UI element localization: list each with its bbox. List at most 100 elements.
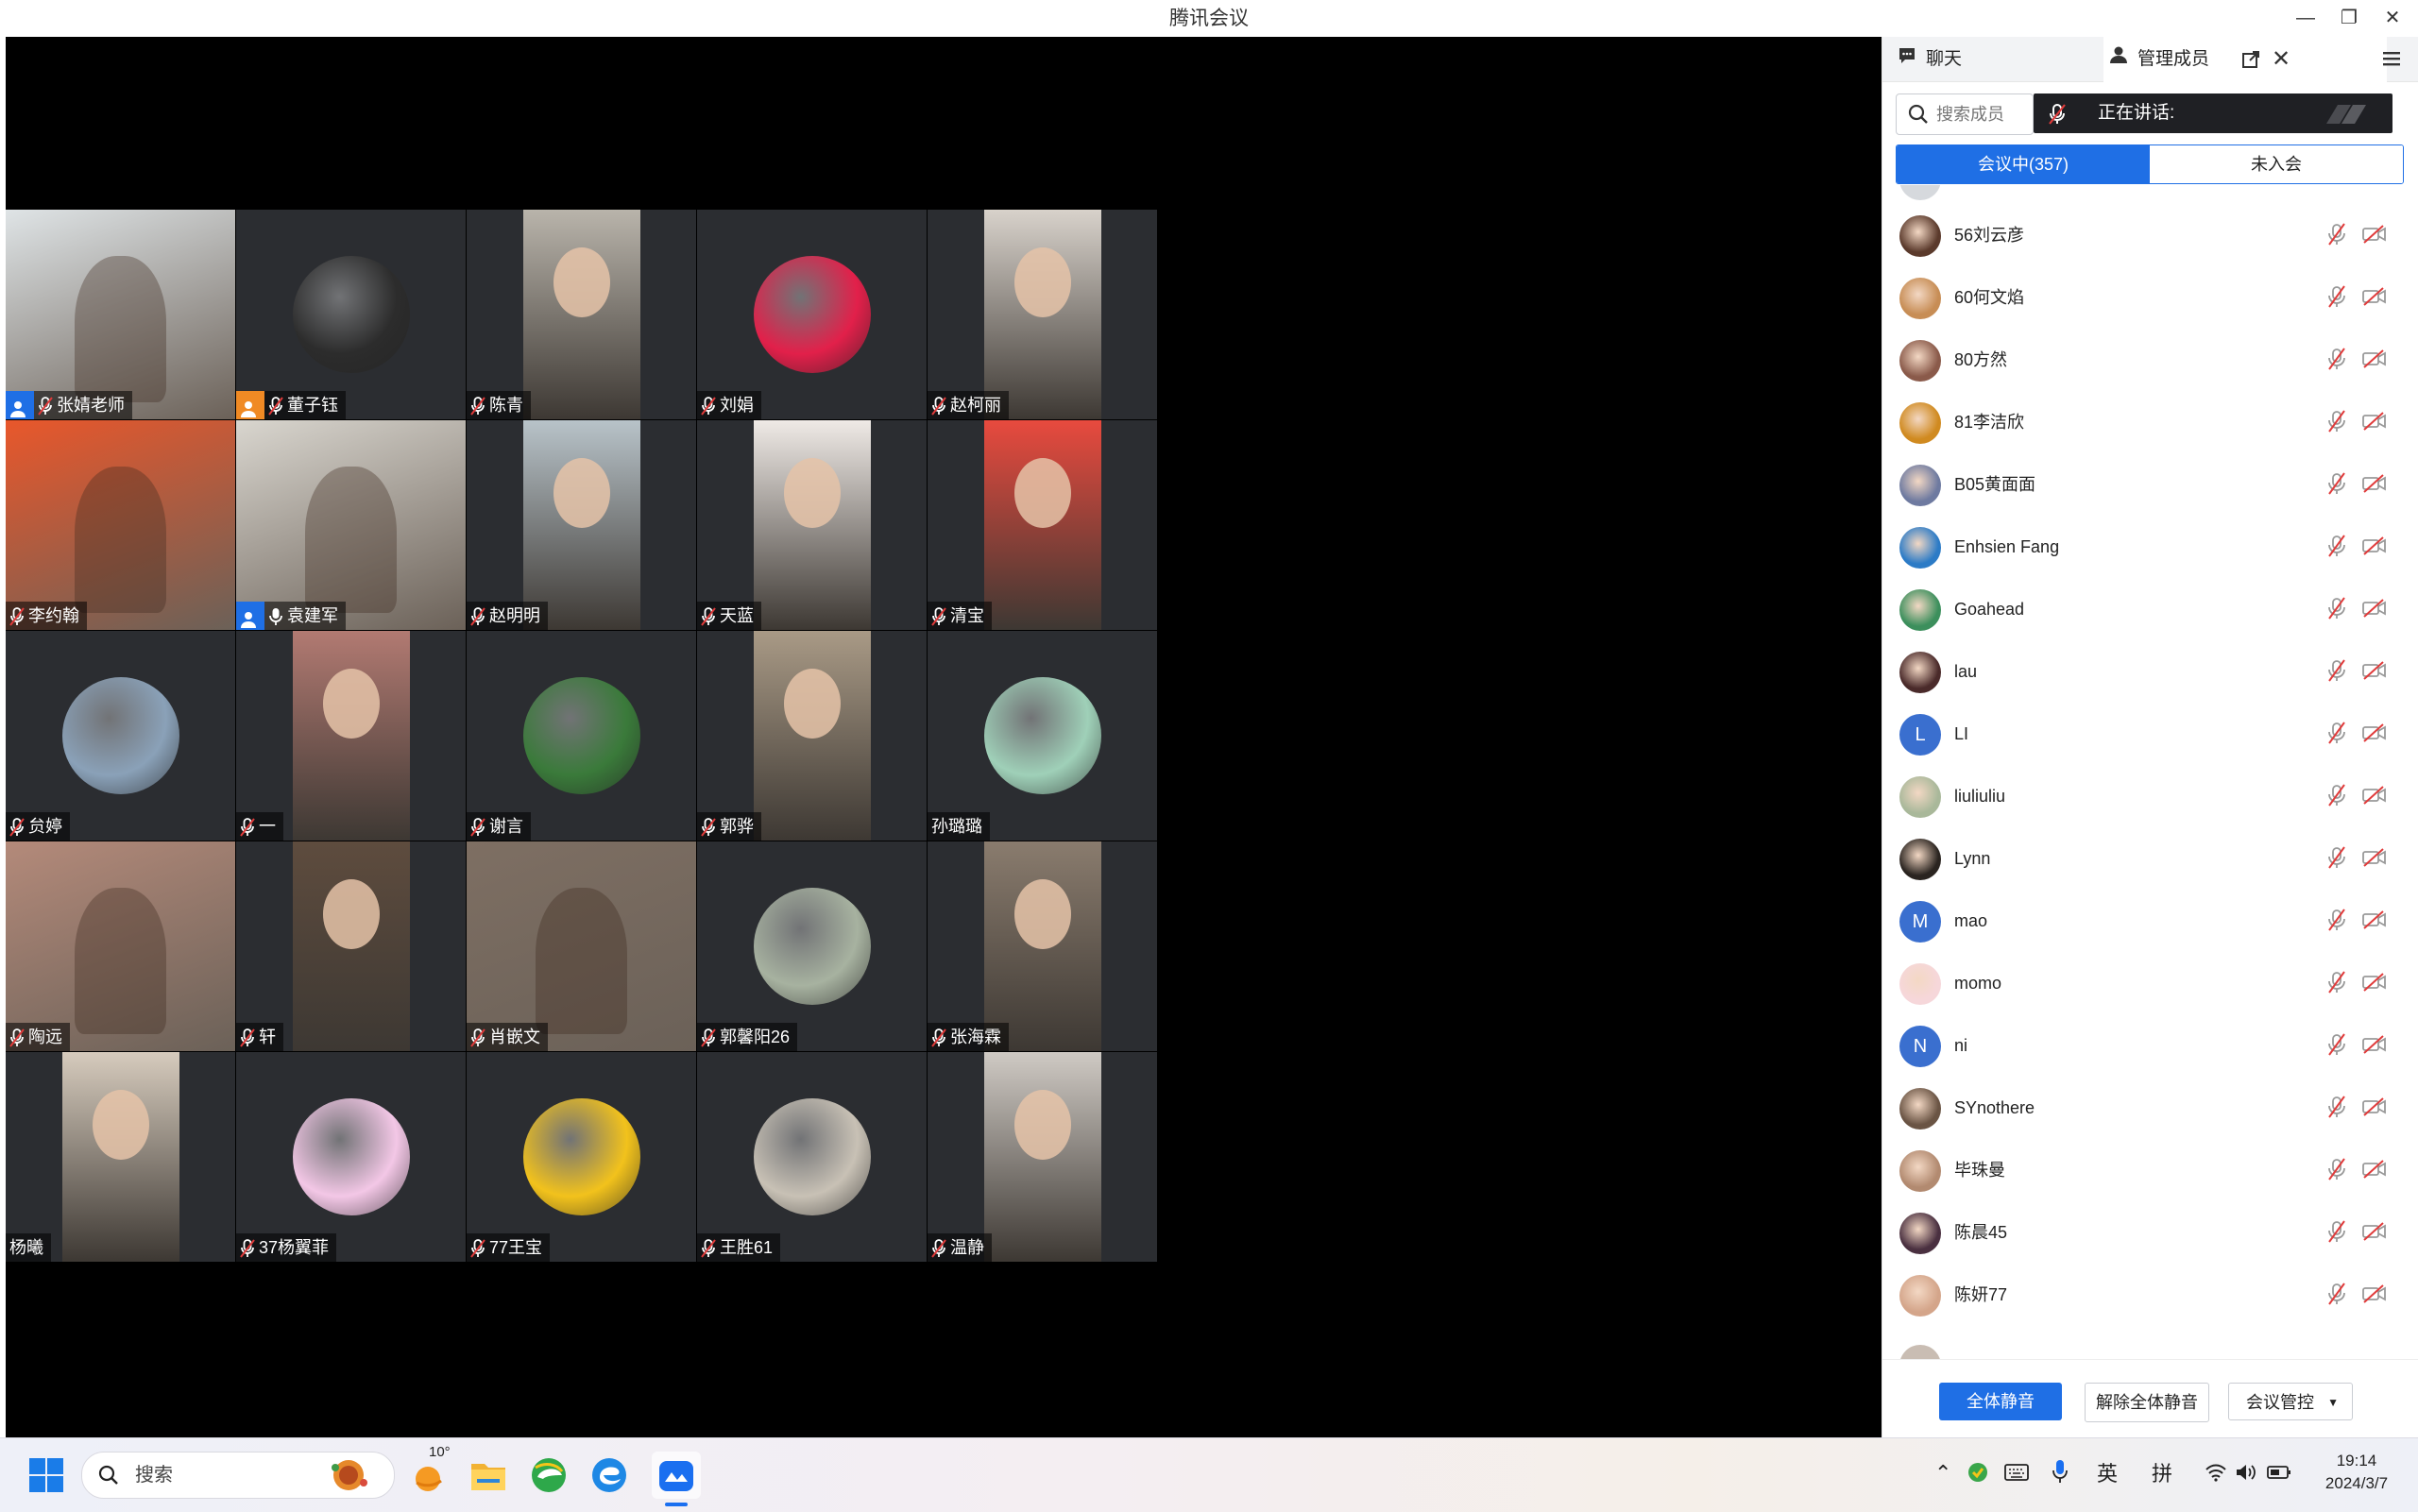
mic-muted-icon[interactable] (2326, 535, 2347, 562)
mic-muted-icon[interactable] (2326, 846, 2347, 874)
video-tile[interactable]: 一 (236, 631, 466, 841)
mic-muted-icon[interactable] (2326, 1158, 2347, 1185)
taskbar-search[interactable]: 搜索 (81, 1452, 395, 1499)
camera-off-icon[interactable] (2362, 848, 2387, 872)
member-row[interactable]: Nni (1882, 1012, 2418, 1075)
camera-off-icon[interactable] (2362, 412, 2387, 435)
camera-off-icon[interactable] (2362, 287, 2387, 311)
member-row[interactable]: B05黄面面 (1882, 451, 2418, 514)
video-tile[interactable]: 张海霖 (928, 841, 1157, 1051)
camera-off-icon[interactable] (2362, 661, 2387, 685)
mic-muted-icon[interactable] (2326, 472, 2347, 500)
member-row[interactable]: 60何文焰 (1882, 264, 2418, 327)
mic-muted-icon[interactable] (2326, 722, 2347, 749)
search-input[interactable] (1934, 102, 2033, 127)
mic-muted-icon[interactable] (2326, 971, 2347, 998)
mic-muted-icon[interactable] (2326, 223, 2347, 250)
video-tile[interactable]: 37杨翼菲 (236, 1052, 466, 1262)
video-tile[interactable]: 天蓝 (697, 420, 927, 630)
camera-off-icon[interactable] (2362, 349, 2387, 373)
video-tile[interactable]: 郭馨阳26 (697, 841, 927, 1051)
video-tile[interactable]: 袁建军 (236, 420, 466, 630)
ime-mode[interactable]: 拼 (2152, 1457, 2172, 1487)
member-row[interactable]: L LI (1882, 701, 2418, 763)
browser-360-icon[interactable] (525, 1452, 572, 1499)
video-tile[interactable]: 陶远 (6, 841, 235, 1051)
mute-all-button[interactable]: 全体静音 (1939, 1383, 2062, 1420)
system-clock[interactable]: 19:14 2024/3/7 (2305, 1450, 2409, 1495)
mic-muted-icon[interactable] (2326, 1033, 2347, 1061)
mic-muted-icon[interactable] (2326, 1096, 2347, 1123)
edge-browser-icon[interactable] (586, 1452, 633, 1499)
camera-off-icon[interactable] (2362, 599, 2387, 622)
video-tile[interactable]: 郭骅 (697, 631, 927, 841)
member-row[interactable]: SYnothere (1882, 1075, 2418, 1137)
wifi-icon[interactable] (2205, 1463, 2227, 1487)
member-row[interactable]: 80方然 (1882, 327, 2418, 389)
video-tile[interactable]: 孙璐璐 (928, 631, 1157, 841)
camera-off-icon[interactable] (2362, 225, 2387, 248)
member-search[interactable] (1896, 93, 2034, 135)
member-row[interactable]: 陈晨45 (1882, 1199, 2418, 1262)
mic-muted-icon[interactable] (2326, 597, 2347, 624)
minimize-button[interactable]: — (2284, 0, 2327, 37)
mic-muted-icon[interactable] (2326, 348, 2347, 375)
camera-off-icon[interactable] (2362, 973, 2387, 996)
tab-members[interactable]: 管理成员 ✕ (2103, 37, 2387, 82)
video-tile[interactable]: 刘娟 (697, 210, 927, 419)
battery-icon[interactable] (2267, 1465, 2291, 1485)
volume-icon[interactable] (2235, 1463, 2257, 1487)
mic-muted-icon[interactable] (2326, 1283, 2347, 1310)
video-tile[interactable]: 董子钰 (236, 210, 466, 419)
video-tile[interactable]: 轩 (236, 841, 466, 1051)
video-tile[interactable]: 李约翰 (6, 420, 235, 630)
mic-muted-icon[interactable] (2326, 410, 2347, 437)
weather-icon[interactable]: 10° (404, 1444, 451, 1499)
member-row[interactable]: Enhsien Fang (1882, 514, 2418, 576)
mic-muted-icon[interactable] (2326, 659, 2347, 687)
mic-muted-icon[interactable] (2326, 784, 2347, 811)
video-tile[interactable]: 贠婷 (6, 631, 235, 841)
video-tile[interactable]: 王胜61 (697, 1052, 927, 1262)
camera-off-icon[interactable] (2362, 723, 2387, 747)
camera-off-icon[interactable] (2362, 1097, 2387, 1121)
camera-off-icon[interactable] (2362, 910, 2387, 934)
camera-off-icon[interactable] (2362, 1035, 2387, 1059)
popout-icon[interactable] (2241, 37, 2260, 81)
microphone-icon[interactable] (2052, 1459, 2069, 1488)
member-row[interactable]: 81李洁欣 (1882, 389, 2418, 451)
camera-off-icon[interactable] (2362, 536, 2387, 560)
video-tile[interactable]: 温静 (928, 1052, 1157, 1262)
menu-icon[interactable] (2381, 48, 2402, 69)
video-tile[interactable]: 肖嵌文 (467, 841, 696, 1051)
tray-security-icon[interactable] (1967, 1461, 1989, 1488)
tencent-meeting-taskbar-icon[interactable] (652, 1452, 701, 1506)
close-window-button[interactable]: ✕ (2371, 0, 2414, 37)
restore-button[interactable]: ❐ (2327, 0, 2371, 37)
video-tile[interactable]: 赵柯丽 (928, 210, 1157, 419)
member-row[interactable]: 56刘云彦 (1882, 202, 2418, 264)
member-row[interactable]: Mmao (1882, 888, 2418, 950)
mic-muted-icon[interactable] (2326, 909, 2347, 936)
camera-off-icon[interactable] (2362, 1222, 2387, 1246)
member-row[interactable]: 陈妍77 (1882, 1262, 2418, 1324)
meeting-control-button[interactable]: 会议管控 ▼ (2228, 1383, 2353, 1420)
mic-muted-icon[interactable] (2326, 1220, 2347, 1248)
video-tile[interactable]: 赵明明 (467, 420, 696, 630)
unmute-all-button[interactable]: 解除全体静音 (2085, 1383, 2209, 1422)
seg-not-joined[interactable]: 未入会 (2150, 145, 2403, 183)
video-tile[interactable]: 杨曦 (6, 1052, 235, 1262)
camera-off-icon[interactable] (2362, 474, 2387, 498)
video-tile[interactable]: 谢言 (467, 631, 696, 841)
video-tile[interactable]: 77王宝 (467, 1052, 696, 1262)
keyboard-icon[interactable] (2004, 1463, 2029, 1487)
tray-chevron-icon[interactable]: ⌃ (1934, 1461, 1951, 1486)
member-row[interactable]: lau (1882, 638, 2418, 701)
member-row[interactable]: momo (1882, 950, 2418, 1012)
mic-muted-icon[interactable] (2326, 285, 2347, 313)
windows-start-icon[interactable] (23, 1452, 70, 1499)
member-row[interactable]: 毕珠曼 (1882, 1137, 2418, 1199)
seg-in-meeting[interactable]: 会议中(357) (1897, 145, 2150, 183)
member-row[interactable]: liuliuliu (1882, 763, 2418, 825)
camera-off-icon[interactable] (2362, 1160, 2387, 1183)
